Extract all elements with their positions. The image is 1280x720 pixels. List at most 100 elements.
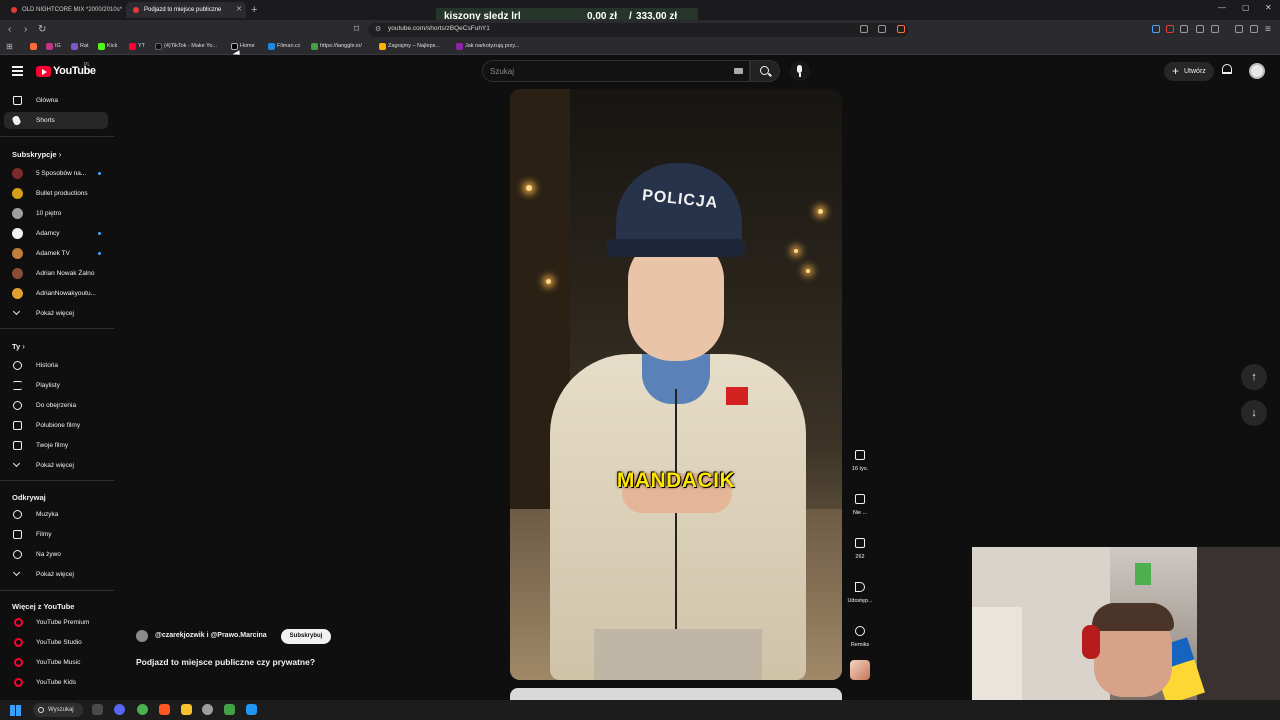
extension-icon[interactable]	[1180, 25, 1188, 33]
back-icon[interactable]: ‹	[8, 24, 11, 36]
share-button[interactable]: Udostęp...	[846, 575, 874, 604]
subscriptions-heading[interactable]: Subskrypcje ›	[12, 150, 61, 159]
taskbar-search[interactable]: Wyszukaj	[33, 703, 83, 717]
remix-button[interactable]: Remiks	[846, 619, 874, 648]
url-field[interactable]: ⚙ youtube.com/shorts/zBQeCsFuhY1	[368, 23, 908, 37]
sidebar-item-movies[interactable]: Filmy	[4, 526, 108, 543]
sidebar-sub-item[interactable]: Adamcy	[4, 225, 108, 242]
subscriptions-show-more[interactable]: Pokaż więcej	[4, 305, 108, 322]
bookmark-tanggle[interactable]: https://tanggle.io/	[311, 43, 362, 50]
video-light	[806, 269, 810, 273]
short-video-player[interactable]: POLICJA MANDACIK	[510, 89, 842, 680]
extensions-puzzle-icon[interactable]	[1196, 25, 1204, 33]
create-button[interactable]: Utwórz	[1164, 62, 1214, 81]
brave-icon[interactable]	[159, 704, 170, 715]
sidebar-toggle-icon[interactable]	[1211, 25, 1219, 33]
you-show-more[interactable]: Pokaż więcej	[4, 457, 108, 474]
bookmark-page-icon[interactable]: ⌑	[354, 24, 359, 36]
browser-tab-podjazd[interactable]: Podjazd to miejsce publiczne ✕	[126, 2, 246, 18]
bookmark-brave[interactable]	[30, 43, 37, 52]
extension-icon[interactable]	[1152, 25, 1160, 33]
task-view-icon[interactable]	[92, 704, 103, 715]
windows-start-icon[interactable]	[10, 705, 21, 716]
bookmark-zagrajmy[interactable]: Zagrajmy – Najleps...	[379, 43, 440, 50]
reload-icon[interactable]: ↻	[38, 24, 46, 36]
wallet-icon[interactable]	[1250, 25, 1258, 33]
new-tab-button[interactable]: +	[251, 2, 257, 18]
account-avatar[interactable]	[1249, 63, 1265, 79]
sidebar-item-live[interactable]: Na żywo	[4, 546, 108, 563]
sidebar-item-history[interactable]: Historia	[4, 357, 108, 374]
discord-icon[interactable]	[114, 704, 125, 715]
sidebar-item-youtube-premium[interactable]: YouTube Premium	[4, 614, 108, 631]
explore-show-more[interactable]: Pokaż więcej	[4, 566, 108, 583]
bookmark-filman[interactable]: Filman.cc	[268, 43, 301, 50]
sidebar-item-youtube-music[interactable]: YouTube Music	[4, 654, 108, 671]
bookmark-jak[interactable]: Jak narkotyzują przy...	[456, 43, 519, 50]
media-icon[interactable]	[1235, 25, 1243, 33]
app-icon[interactable]	[202, 704, 213, 715]
share-page-icon[interactable]	[878, 25, 886, 33]
channel-avatar[interactable]	[136, 630, 148, 642]
sidebar-sub-item[interactable]: Adrian Nowak Żalno	[4, 265, 108, 282]
close-window-icon[interactable]: ✕	[1265, 3, 1272, 12]
sidebar-sub-item[interactable]: Adamek TV	[4, 245, 108, 262]
channel-name[interactable]: @czarekjozwik i @Prawo.Marcina	[155, 632, 267, 639]
dislike-button[interactable]: Nie ...	[846, 487, 874, 516]
sidebar-item-your-videos[interactable]: Twoje filmy	[4, 437, 108, 454]
notifications-bell-icon[interactable]	[1222, 64, 1232, 74]
bookmark-tiktok[interactable]: (4)TikTok - Make Yo...	[155, 43, 217, 50]
sidebar-item-playlists[interactable]: Playlisty	[4, 377, 108, 394]
telegram-icon[interactable]	[246, 704, 257, 715]
short-title[interactable]: Podjazd to miejsce publiczne czy prywatn…	[136, 657, 315, 667]
hamburger-menu-icon[interactable]	[12, 66, 23, 76]
brave-shields-icon[interactable]	[897, 25, 905, 33]
menu-icon[interactable]: ≡	[1265, 24, 1271, 36]
sidebar-sub-item[interactable]: 5 Sposobów na...	[4, 165, 108, 182]
video-caption: MANDACIK	[616, 469, 736, 492]
sound-thumbnail[interactable]	[850, 660, 870, 680]
sidebar-sub-item[interactable]: Bullet productions	[4, 185, 108, 202]
sidebar-item-music[interactable]: Muzyka	[4, 506, 108, 523]
browser-address-bar: ‹ › ↻ ⌑ ⚙ youtube.com/shorts/zBQeCsFuhY1…	[0, 20, 1280, 40]
bookmark-ig[interactable]: IG	[46, 43, 61, 50]
bookmark-rat[interactable]: Rat	[71, 43, 89, 50]
search-input[interactable]: Szukaj	[490, 67, 514, 76]
sidebar-item-liked[interactable]: Polubione filmy	[4, 417, 108, 434]
youtube-logo-icon[interactable]	[36, 66, 51, 77]
app-icon[interactable]	[224, 704, 235, 715]
next-short-button[interactable]: ↓	[1241, 400, 1267, 426]
subscribe-button[interactable]: Subskrybuj	[281, 629, 331, 644]
bookmark-home[interactable]: Home	[231, 43, 255, 50]
site-info-icon[interactable]: ⚙	[375, 25, 381, 33]
sidebar-item-watch-later[interactable]: Do obejrzenia	[4, 397, 108, 414]
minimize-icon[interactable]: —	[1218, 3, 1226, 12]
previous-short-button[interactable]: ↑	[1241, 364, 1267, 390]
bookmark-kick[interactable]: Kick	[98, 43, 117, 50]
voice-search-icon[interactable]	[790, 61, 810, 81]
restore-icon[interactable]: ▢	[1242, 3, 1250, 12]
close-tab-icon[interactable]: ✕	[236, 2, 242, 18]
sidebar-sub-item[interactable]: AdrianNowakyoutu...	[4, 285, 108, 302]
sidebar-item-shorts[interactable]: Shorts	[4, 112, 108, 129]
chrome-icon[interactable]	[137, 704, 148, 715]
video-person-face	[628, 239, 724, 361]
sidebar-item-youtube-studio[interactable]: YouTube Studio	[4, 634, 108, 651]
next-short-preview[interactable]	[510, 688, 842, 700]
keyboard-icon[interactable]	[734, 68, 743, 74]
search-button[interactable]	[750, 60, 780, 82]
like-button[interactable]: 16 tys.	[846, 443, 874, 472]
sidebar-sub-item[interactable]: 10 piętro	[4, 205, 108, 222]
search-box[interactable]: Szukaj	[482, 60, 750, 82]
comments-button[interactable]: 262	[846, 531, 874, 560]
apps-grid-icon[interactable]: ⊞	[6, 41, 13, 53]
extension-icon[interactable]	[1166, 25, 1174, 33]
you-heading[interactable]: Ty ›	[12, 342, 25, 351]
sidebar-item-home[interactable]: Główna	[4, 92, 108, 109]
browser-tab-nightcore[interactable]: OLD NIGHTCORE MIX *2000/2010s*	[4, 2, 124, 18]
reader-icon[interactable]	[860, 25, 868, 33]
forward-icon[interactable]: ›	[24, 24, 27, 36]
file-explorer-icon[interactable]	[181, 704, 192, 715]
bookmark-yt[interactable]: YT	[129, 43, 145, 50]
sidebar-item-youtube-kids[interactable]: YouTube Kids	[4, 674, 108, 691]
